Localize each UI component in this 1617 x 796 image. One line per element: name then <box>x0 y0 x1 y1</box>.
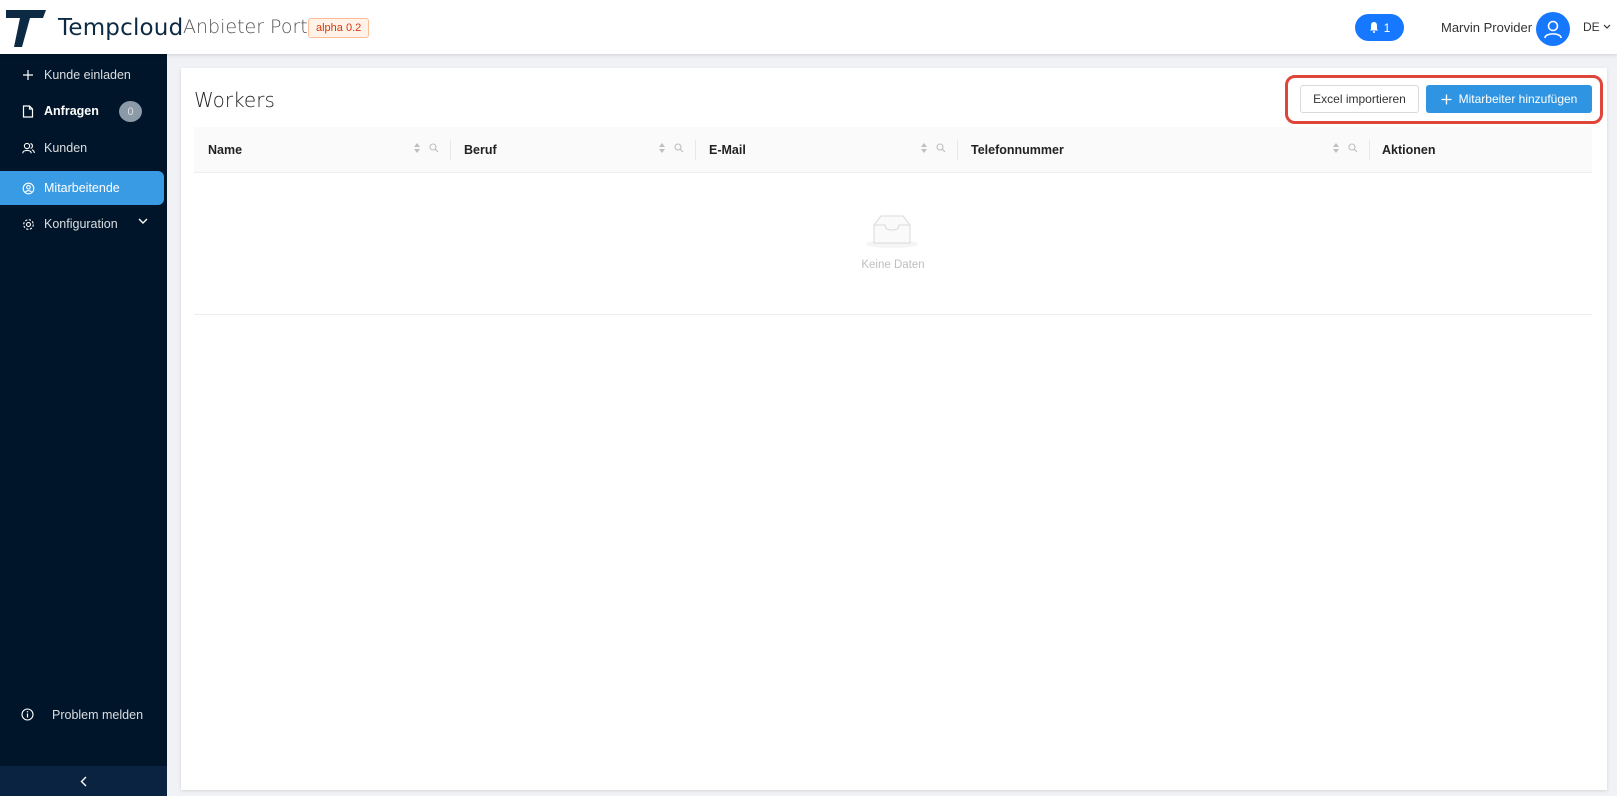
search-icon[interactable] <box>936 143 946 153</box>
empty-inbox-icon <box>866 215 918 248</box>
count-badge: 0 <box>119 101 142 122</box>
column-divider <box>1369 140 1370 160</box>
sort-icon[interactable] <box>920 142 928 154</box>
column-header-aktionen: Aktionen <box>1382 143 1436 157</box>
plus-icon <box>21 68 35 82</box>
sidebar-item-anfragen[interactable]: Anfragen 0 <box>0 94 167 128</box>
user-icon <box>1544 20 1562 39</box>
sidebar-item-label: Anfragen <box>44 104 99 118</box>
chevron-down-icon <box>1603 24 1611 29</box>
sidebar-item-label: Konfiguration <box>44 217 118 231</box>
column-divider <box>450 140 451 160</box>
user-name[interactable]: Marvin Provider <box>1441 20 1532 35</box>
tempcloud-logo-icon[interactable] <box>6 10 46 47</box>
users-icon <box>21 141 35 155</box>
sidebar-item-kunden[interactable]: Kunden <box>0 131 167 165</box>
sidebar-collapse-button[interactable] <box>0 766 167 796</box>
file-icon <box>21 104 35 118</box>
sort-icon[interactable] <box>658 142 666 154</box>
problem-report-label: Problem melden <box>52 708 144 722</box>
sidebar-item-label: Mitarbeitende <box>44 181 120 195</box>
table-header: Name Beruf E-Mail Telefonnummer Aktionen <box>194 127 1592 173</box>
sort-icon[interactable] <box>413 142 421 154</box>
top-header: Tempcloud Anbieter Portal alpha 0.2 1 Ma… <box>0 0 1617 54</box>
version-badge: alpha 0.2 <box>308 18 370 38</box>
add-worker-label: Mitarbeiter hinzufügen <box>1458 92 1578 106</box>
search-icon[interactable] <box>429 143 439 153</box>
sidebar: Kunde einladen Anfragen 0 Kunden Mitarbe… <box>0 54 167 796</box>
sidebar-item-label: Kunden <box>44 141 88 155</box>
column-divider <box>957 140 958 160</box>
brand-name: Tempcloud <box>58 15 184 41</box>
sidebar-item-mitarbeitende[interactable]: Mitarbeitende <box>0 171 164 205</box>
empty-state: Keine Daten <box>194 173 1592 315</box>
column-header-telefonnummer: Telefonnummer <box>971 143 1064 157</box>
avatar[interactable] <box>1536 12 1570 46</box>
column-header-beruf: Beruf <box>464 143 497 157</box>
search-icon[interactable] <box>674 143 684 153</box>
bell-icon <box>1369 22 1378 33</box>
worker-icon <box>21 181 35 195</box>
sort-icon[interactable] <box>1332 142 1340 154</box>
chevron-left-icon <box>80 776 87 786</box>
plus-icon <box>1441 94 1452 104</box>
info-icon <box>21 708 35 722</box>
sidebar-item-konfiguration[interactable]: Konfiguration <box>0 207 167 241</box>
gear-icon <box>21 217 35 231</box>
chevron-down-icon <box>138 218 148 224</box>
excel-import-button[interactable]: Excel importieren <box>1300 85 1419 113</box>
column-divider <box>695 140 696 160</box>
portal-name: Anbieter Portal <box>183 16 325 38</box>
column-header-name: Name <box>208 143 243 157</box>
add-worker-button[interactable]: Mitarbeiter hinzufügen <box>1426 85 1592 113</box>
problem-report-link[interactable]: Problem melden <box>0 698 167 732</box>
notifications-button[interactable]: 1 <box>1355 14 1404 41</box>
sidebar-item-label: Kunde einladen <box>44 68 131 82</box>
sidebar-item-kunde-einladen[interactable]: Kunde einladen <box>0 58 167 92</box>
page-title: Workers <box>194 88 275 112</box>
search-icon[interactable] <box>1348 143 1358 153</box>
empty-text: Keine Daten <box>861 259 925 271</box>
notification-count: 1 <box>1383 20 1391 35</box>
language-selector[interactable]: DE <box>1583 20 1611 34</box>
language-label: DE <box>1583 20 1600 34</box>
column-header-email: E-Mail <box>709 143 746 157</box>
